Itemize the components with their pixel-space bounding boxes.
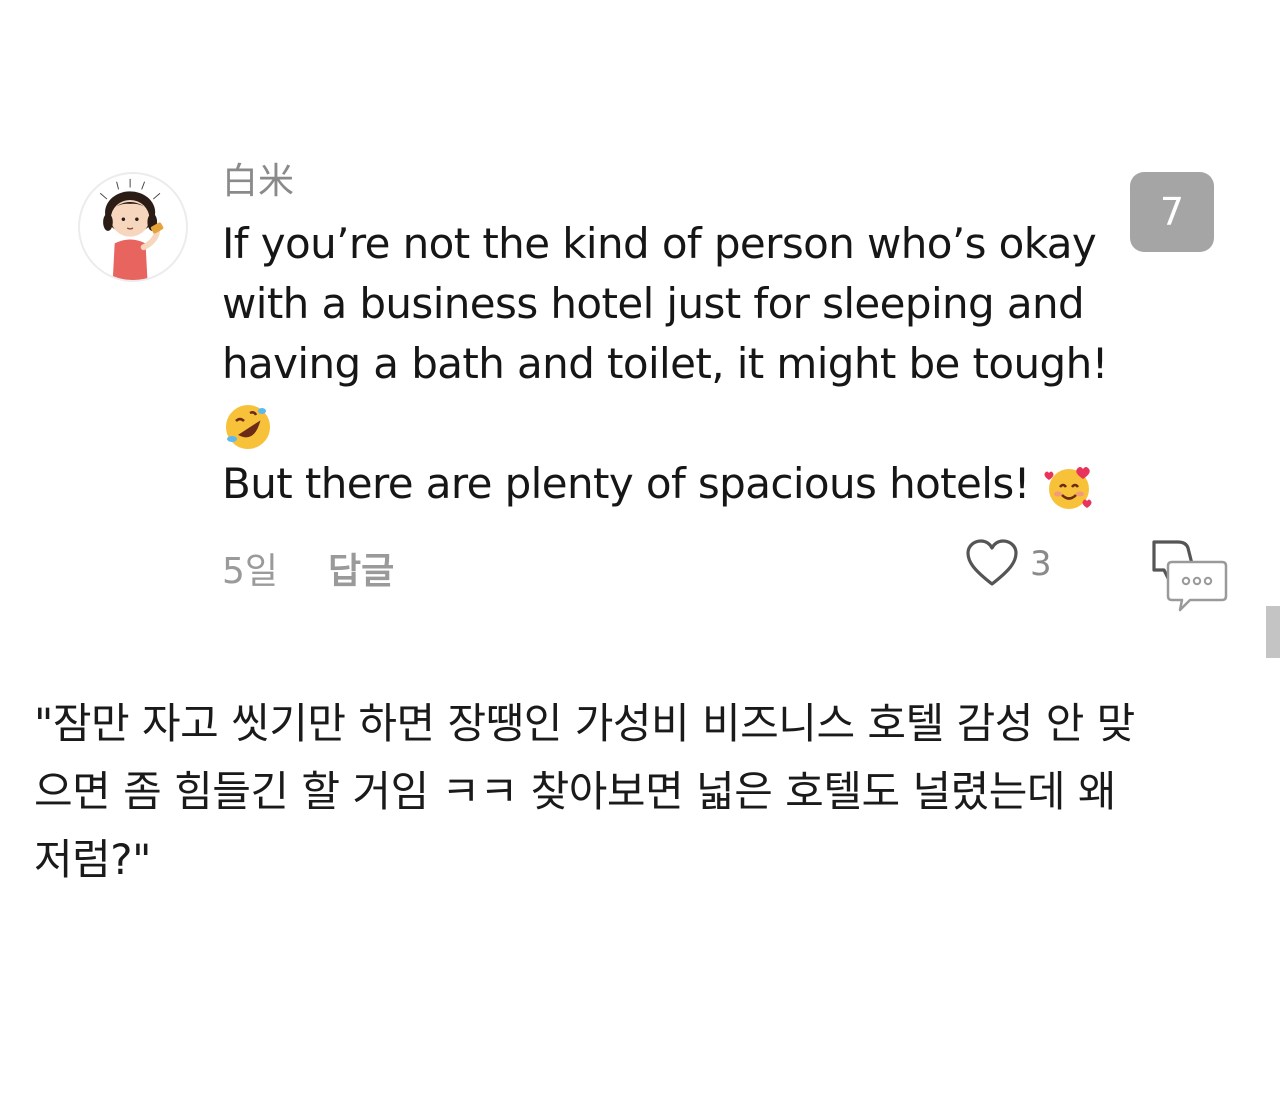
comment-line-4: But there are plenty of spacious hotels! bbox=[222, 459, 1030, 508]
comment-line-2: with a business hotel just for sleeping … bbox=[222, 279, 1085, 328]
caption-line-3: 저럼?" bbox=[34, 835, 151, 884]
comment-line-3: having a bath and toilet, it might be to… bbox=[222, 339, 1108, 388]
scrollbar-thumb[interactable] bbox=[1266, 606, 1280, 658]
comment-text: If you’re not the kind of person who’s o… bbox=[222, 214, 1212, 514]
user-avatar[interactable] bbox=[78, 172, 188, 282]
comment-timestamp: 5일 bbox=[222, 551, 279, 592]
comment-username[interactable]: 白米 bbox=[222, 160, 294, 204]
reply-count-badge[interactable]: 7 bbox=[1130, 172, 1214, 252]
reply-button[interactable]: 답글 bbox=[328, 550, 394, 594]
translation-caption: "잠만 자고 씻기만 하면 장땡인 가성비 비즈니스 호텔 감성 안 맞 으면 … bbox=[34, 690, 1254, 894]
heart-icon[interactable] bbox=[964, 538, 1020, 588]
chat-bubble-icon[interactable] bbox=[1164, 556, 1230, 618]
like-count: 3 bbox=[1030, 544, 1052, 584]
avatar-illustration-icon bbox=[99, 178, 164, 280]
smiling-face-with-hearts-emoji-icon bbox=[1043, 461, 1095, 513]
comment-emoji-line bbox=[222, 394, 1212, 454]
comment-last-line: But there are plenty of spacious hotels! bbox=[222, 454, 1212, 514]
caption-line-2: 으면 좀 힘들긴 할 거임 ㅋㅋ 찾아보면 넓은 호텔도 널렸는데 왜 bbox=[34, 767, 1117, 816]
caption-line-1: "잠만 자고 씻기만 하면 장땡인 가성비 비즈니스 호텔 감성 안 맞 bbox=[34, 699, 1135, 748]
comment-line-1: If you’re not the kind of person who’s o… bbox=[222, 219, 1097, 268]
rolling-on-floor-laughing-emoji-icon bbox=[222, 401, 274, 453]
